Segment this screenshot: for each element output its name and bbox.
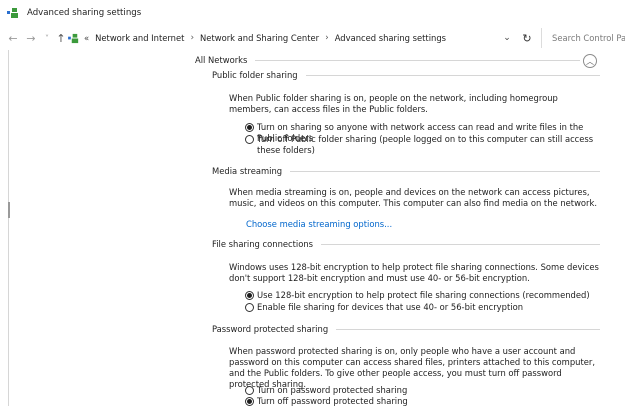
radio-label: Use 128-bit encryption to help protect f…: [257, 290, 590, 300]
address-bar[interactable]: « Network and Internet › Network and Sha…: [68, 28, 518, 48]
breadcrumb-separator-icon: ›: [325, 33, 329, 43]
radio-button[interactable]: [245, 135, 254, 144]
media-streaming-options-link[interactable]: Choose media streaming options...: [246, 219, 392, 229]
network-sharing-icon: [68, 33, 79, 43]
breadcrumb-network-sharing-center[interactable]: Network and Sharing Center: [200, 33, 319, 43]
breadcrumb-overflow-icon[interactable]: «: [84, 33, 89, 43]
all-networks-header: All Networks: [195, 55, 580, 65]
radio-label: Turn off password protected sharing: [257, 396, 408, 406]
media-streaming-header: Media streaming: [212, 166, 600, 176]
forward-arrow-icon[interactable]: →: [24, 29, 38, 47]
password-protected-sharing-header: Password protected sharing: [212, 324, 600, 334]
section-title: Password protected sharing: [212, 324, 329, 334]
navigation-bar: ← → ˅ ↑ « Network and Internet › Network…: [0, 27, 625, 49]
file-sharing-connections-header: File sharing connections: [212, 239, 600, 249]
back-arrow-icon[interactable]: ←: [6, 29, 20, 47]
divider: [321, 243, 600, 245]
password-sharing-off-option[interactable]: Turn off password protected sharing: [245, 396, 605, 406]
password-sharing-on-option[interactable]: Turn on password protected sharing: [245, 385, 605, 396]
radio-button-selected[interactable]: [245, 123, 254, 132]
up-arrow-icon[interactable]: ↑: [54, 29, 68, 47]
radio-button[interactable]: [245, 386, 254, 395]
divider: [336, 328, 600, 330]
address-dropdown-icon[interactable]: ⌄: [500, 30, 514, 46]
section-title: File sharing connections: [212, 239, 314, 249]
radio-label: Turn on password protected sharing: [257, 385, 408, 395]
breadcrumb-network-and-internet[interactable]: Network and Internet: [95, 33, 184, 43]
media-streaming-description: When media streaming is on, people and d…: [229, 187, 598, 208]
refresh-icon[interactable]: ↻: [518, 29, 536, 47]
radio-button-selected[interactable]: [245, 397, 254, 406]
collapse-chevron-icon[interactable]: ︿: [583, 54, 597, 68]
all-networks-label: All Networks: [195, 55, 248, 65]
title-bar: Advanced sharing settings: [0, 0, 625, 26]
scroll-marker: [8, 202, 10, 218]
breadcrumb-separator-icon: ›: [190, 33, 195, 43]
recent-locations-icon[interactable]: ˅: [40, 29, 54, 47]
breadcrumb-advanced-sharing-settings[interactable]: Advanced sharing settings: [335, 33, 446, 43]
divider: [290, 170, 600, 172]
password-sharing-description: When password protected sharing is on, o…: [229, 346, 595, 389]
radio-button[interactable]: [245, 303, 254, 312]
section-title: Public folder sharing: [212, 70, 298, 80]
file-sharing-description: Windows uses 128-bit encryption to help …: [229, 262, 599, 283]
divider: [305, 74, 600, 76]
section-title: Media streaming: [212, 166, 283, 176]
divider: [255, 59, 580, 61]
public-folder-option-off[interactable]: Turn off Public folder sharing (people l…: [245, 134, 605, 156]
radio-label: Enable file sharing for devices that use…: [257, 302, 523, 312]
encryption-40-56-option[interactable]: Enable file sharing for devices that use…: [245, 302, 605, 313]
window-title: Advanced sharing settings: [27, 8, 142, 18]
left-pane-border: [8, 50, 9, 406]
network-sharing-icon: [7, 8, 18, 18]
public-folder-description: When Public folder sharing is on, people…: [229, 93, 558, 114]
search-input[interactable]: Search Control Panel: [541, 28, 625, 48]
radio-label: Turn off Public folder sharing (people l…: [257, 134, 594, 155]
encryption-128-option[interactable]: Use 128-bit encryption to help protect f…: [245, 290, 605, 301]
public-folder-sharing-header: Public folder sharing: [212, 70, 600, 80]
radio-button-selected[interactable]: [245, 291, 254, 300]
